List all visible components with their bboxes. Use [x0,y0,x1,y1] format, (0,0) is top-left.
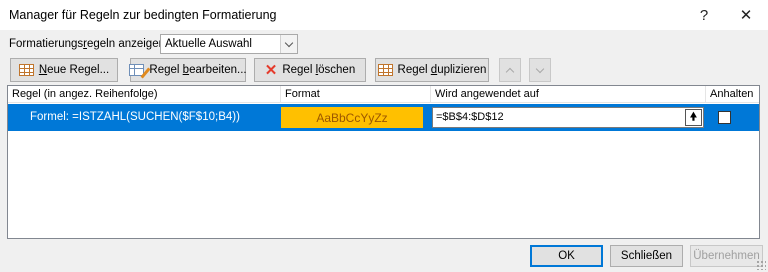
show-rules-label-part: Formatierungs [9,38,84,50]
table-header: Regel (in angez. Reihenfolge) Format Wir… [8,86,759,103]
column-header-rule[interactable]: Regel (in angez. Reihenfolge) [8,86,281,103]
new-rule-label: Neue Regel... [39,64,109,76]
show-rules-label: Formatierungsregeln anzeigen für: [9,38,185,50]
duplicate-rule-label: Regel duplizieren [398,64,487,76]
applies-to-value: =$B$4:$D$12 [436,111,504,123]
edit-rule-label: Regel bearbeiten... [149,64,246,76]
edit-rule-button[interactable]: Regel bearbeiten... [129,58,247,82]
delete-rule-label-part: Regel [282,64,316,76]
edit-rule-label-part: Regel [149,64,183,76]
delete-rule-label-rest: öschen [318,64,356,76]
new-rule-icon [18,64,34,76]
new-rule-label-rest: eue Regel... [47,64,110,76]
delete-rule-button[interactable]: ✕ Regel löschen [254,58,366,82]
move-up-button[interactable] [499,58,521,82]
table-row[interactable]: Formel: =ISTZAHL(SUCHEN($F$10;B4)) AaBbC… [8,104,759,131]
rules-table: Regel (in angez. Reihenfolge) Format Wir… [7,85,760,239]
delete-x-icon: ✕ [264,61,278,79]
collapse-dialog-button[interactable]: 🠝 [685,109,702,126]
help-button[interactable]: ? [684,0,724,30]
move-down-button[interactable] [529,58,551,82]
chevron-up-icon [505,67,515,76]
window-title: Manager für Regeln zur bedingten Formati… [9,8,277,22]
column-header-stop[interactable]: Anhalten [706,86,761,103]
ok-button[interactable]: OK [530,245,603,267]
chevron-down-icon [535,64,545,73]
duplicate-rule-label-rest: uplizieren [437,64,487,76]
range-select-arrow-icon: 🠝 [689,111,698,123]
duplicate-rule-label-part: Regel [397,64,431,76]
rule-formula: Formel: =ISTZAHL(SUCHEN($F$10;B4)) [30,111,240,123]
resize-grip-icon[interactable] [756,260,766,270]
edit-rule-icon [129,64,145,76]
column-header-applies-to[interactable]: Wird angewendet auf [431,86,706,103]
format-preview: AaBbCcYyZz [281,107,423,128]
delete-rule-label: Regel löschen [282,64,355,76]
edit-rule-label-rest: earbeiten... [189,64,247,76]
rules-toolbar: Neue Regel... Regel bearbeiten... ✕ Rege… [0,56,768,84]
chevron-down-icon [284,38,294,47]
apply-button[interactable]: Übernehmen [690,245,763,267]
title-bar: Manager für Regeln zur bedingten Formati… [0,0,768,30]
stop-if-true-checkbox[interactable] [718,111,731,124]
duplicate-rule-button[interactable]: Regel duplizieren [375,58,489,82]
duplicate-rule-icon [377,64,393,76]
close-window-button[interactable]: ✕ [726,0,766,30]
show-rules-dropdown[interactable]: Aktuelle Auswahl [160,34,298,54]
close-button[interactable]: Schließen [610,245,683,267]
applies-to-field[interactable]: =$B$4:$D$12 🠝 [432,107,704,128]
column-header-format[interactable]: Format [281,86,431,103]
new-rule-button[interactable]: Neue Regel... [10,58,118,82]
show-rules-selected-value: Aktuelle Auswahl [165,38,252,50]
new-rule-accesskey: N [38,64,48,76]
dropdown-arrow-button[interactable] [280,35,297,53]
